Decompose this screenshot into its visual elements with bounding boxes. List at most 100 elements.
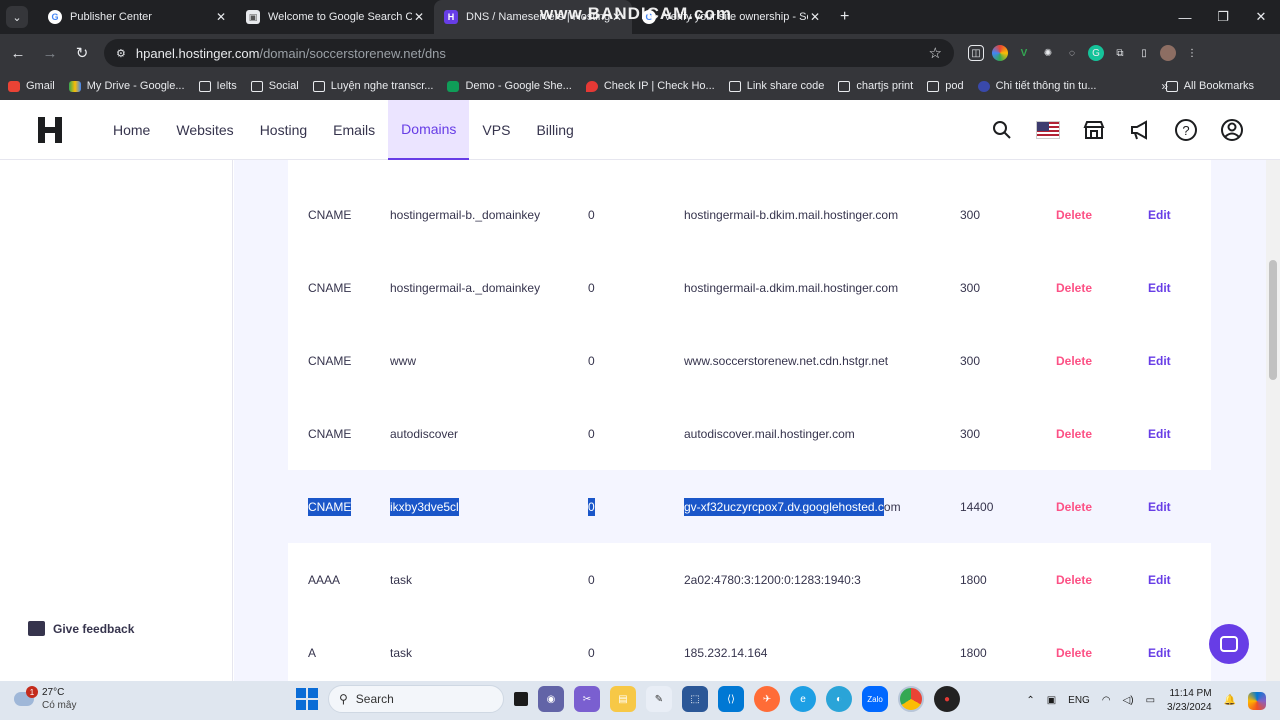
bookmark-gmail[interactable]: Gmail <box>8 80 55 92</box>
app-icon[interactable]: ◐ <box>826 686 852 712</box>
chrome-icon[interactable] <box>898 686 924 712</box>
language-flag-icon[interactable] <box>1036 118 1060 142</box>
new-tab-button[interactable]: + <box>840 8 849 26</box>
svg-text:?: ? <box>1182 123 1189 138</box>
nav-domains[interactable]: Domains <box>388 100 470 160</box>
delete-record-button[interactable]: Delete <box>1056 178 1092 251</box>
bookmark-folder[interactable]: Social <box>250 80 299 92</box>
clock[interactable]: 11:14 PM 3/23/2024 <box>1167 687 1212 715</box>
close-icon[interactable]: ✕ <box>214 10 228 24</box>
delete-record-button[interactable]: Delete <box>1056 324 1092 397</box>
extension-icon[interactable]: ✺ <box>1040 45 1056 61</box>
delete-record-button[interactable]: Delete <box>1056 397 1092 470</box>
close-icon[interactable]: ✕ <box>412 10 426 24</box>
extension-icon[interactable]: ◌ <box>1064 45 1080 61</box>
nav-hosting[interactable]: Hosting <box>247 100 320 160</box>
bandicam-icon[interactable]: ● <box>934 686 960 712</box>
extension-icon[interactable]: G <box>1088 45 1104 61</box>
store-icon[interactable] <box>1082 118 1106 142</box>
app-icon[interactable]: ⬚ <box>682 686 708 712</box>
bookmark-star-icon[interactable]: ☆ <box>929 44 942 62</box>
edit-record-button[interactable]: Edit <box>1148 324 1171 397</box>
chat-support-button[interactable] <box>1209 624 1249 664</box>
search-icon[interactable] <box>990 118 1014 142</box>
reload-button[interactable]: ↻ <box>68 39 96 67</box>
bookmark-folder[interactable]: Ielts <box>198 80 237 92</box>
account-icon[interactable] <box>1220 118 1244 142</box>
battery-icon[interactable]: ▭ <box>1146 695 1155 706</box>
notification-badge: 1 <box>26 686 38 698</box>
nav-emails[interactable]: Emails <box>320 100 388 160</box>
copilot-icon[interactable] <box>1248 691 1266 710</box>
bookmark-folder[interactable]: Link share code <box>728 80 824 92</box>
zalo-icon[interactable]: Zalo <box>862 686 888 712</box>
menu-icon[interactable]: ⋮ <box>1184 45 1200 61</box>
tab-search-button[interactable]: ⌄ <box>6 6 28 28</box>
side-panel-icon[interactable]: ▯ <box>1136 45 1152 61</box>
postman-icon[interactable]: ✈ <box>754 686 780 712</box>
give-feedback-button[interactable]: Give feedback <box>28 621 134 636</box>
edge-icon[interactable]: e <box>790 686 816 712</box>
app-tray-icon[interactable]: ▣ <box>1047 695 1056 706</box>
close-window-button[interactable]: ✕ <box>1242 0 1280 34</box>
nav-home[interactable]: Home <box>100 100 163 160</box>
extension-icon[interactable]: ◫ <box>968 45 984 61</box>
paint-icon[interactable]: ✎ <box>646 686 672 712</box>
close-icon[interactable]: ✕ <box>808 10 822 24</box>
snipping-tool-icon[interactable]: ✂ <box>574 686 600 712</box>
megaphone-icon[interactable] <box>1128 118 1152 142</box>
page-scrollbar[interactable] <box>1266 160 1280 681</box>
nav-vps[interactable]: VPS <box>469 100 523 160</box>
help-icon[interactable]: ? <box>1174 118 1198 142</box>
task-view-icon[interactable] <box>514 692 528 706</box>
bookmark-sheets[interactable]: Demo - Google She... <box>447 80 572 92</box>
scrollbar-thumb[interactable] <box>1269 260 1277 380</box>
bookmark-chi-tiet[interactable]: Chi tiết thông tin tu... <box>977 80 1096 92</box>
edit-record-button[interactable]: Edit <box>1148 470 1171 543</box>
forward-button[interactable]: → <box>36 39 64 67</box>
taskbar-search[interactable]: ⚲ Search <box>328 685 504 713</box>
teams-icon[interactable]: ◉ <box>538 686 564 712</box>
vscode-icon[interactable]: ⟨⟩ <box>718 686 744 712</box>
file-explorer-icon[interactable]: ▤ <box>610 686 636 712</box>
nav-websites[interactable]: Websites <box>163 100 246 160</box>
all-bookmarks-button[interactable]: All Bookmarks <box>1165 72 1254 100</box>
bookmark-folder[interactable]: chartjs print <box>838 80 913 92</box>
delete-record-button[interactable]: Delete <box>1056 616 1092 681</box>
weather-widget[interactable]: 1 27°C Có mây <box>14 686 76 712</box>
volume-icon[interactable]: ◁) <box>1123 695 1134 706</box>
site-info-icon[interactable]: ⚙ <box>116 47 126 60</box>
minimize-button[interactable]: — <box>1166 0 1204 34</box>
bookmark-folder[interactable]: pod <box>927 80 964 92</box>
tab-publisher-center[interactable]: G Publisher Center ✕ <box>38 0 236 34</box>
start-button[interactable] <box>296 688 318 710</box>
address-bar[interactable]: ⚙ hpanel.hostinger.com/domain/soccerstor… <box>104 39 954 67</box>
language-indicator[interactable]: ENG <box>1068 695 1090 706</box>
edit-record-button[interactable]: Edit <box>1148 616 1171 681</box>
extension-icon[interactable]: V <box>1016 45 1032 61</box>
bookmark-drive[interactable]: My Drive - Google... <box>68 80 185 92</box>
back-button[interactable]: ← <box>4 39 32 67</box>
edit-record-button[interactable]: Edit <box>1148 251 1171 324</box>
bookmark-folder[interactable]: Luyện nghe transcr... <box>312 80 433 92</box>
edit-record-button[interactable]: Edit <box>1148 178 1171 251</box>
wifi-icon[interactable]: ◠ <box>1102 695 1111 706</box>
extensions-puzzle-icon[interactable]: ⧉ <box>1112 45 1128 61</box>
edit-record-button[interactable]: Edit <box>1148 543 1171 616</box>
avatar[interactable] <box>1160 45 1176 61</box>
notifications-icon[interactable]: 🔔 <box>1224 695 1236 706</box>
delete-record-button[interactable]: Delete <box>1056 470 1092 543</box>
delete-record-button[interactable]: Delete <box>1056 251 1092 324</box>
tab-search-console[interactable]: ▣ Welcome to Google Search Co ✕ <box>236 0 434 34</box>
nav-billing[interactable]: Billing <box>523 100 586 160</box>
delete-record-button[interactable]: Delete <box>1056 543 1092 616</box>
chevron-up-icon[interactable]: ⌃ <box>1026 695 1034 706</box>
hostinger-icon: H <box>444 10 458 24</box>
edit-record-button[interactable]: Edit <box>1148 397 1171 470</box>
bookmark-check-ip[interactable]: Check IP | Check Ho... <box>585 80 715 92</box>
record-type: CNAME <box>308 280 352 295</box>
folder-icon <box>312 80 325 92</box>
extension-icon[interactable] <box>992 45 1008 61</box>
hostinger-logo[interactable] <box>38 117 62 143</box>
restore-button[interactable]: ❐ <box>1204 0 1242 34</box>
